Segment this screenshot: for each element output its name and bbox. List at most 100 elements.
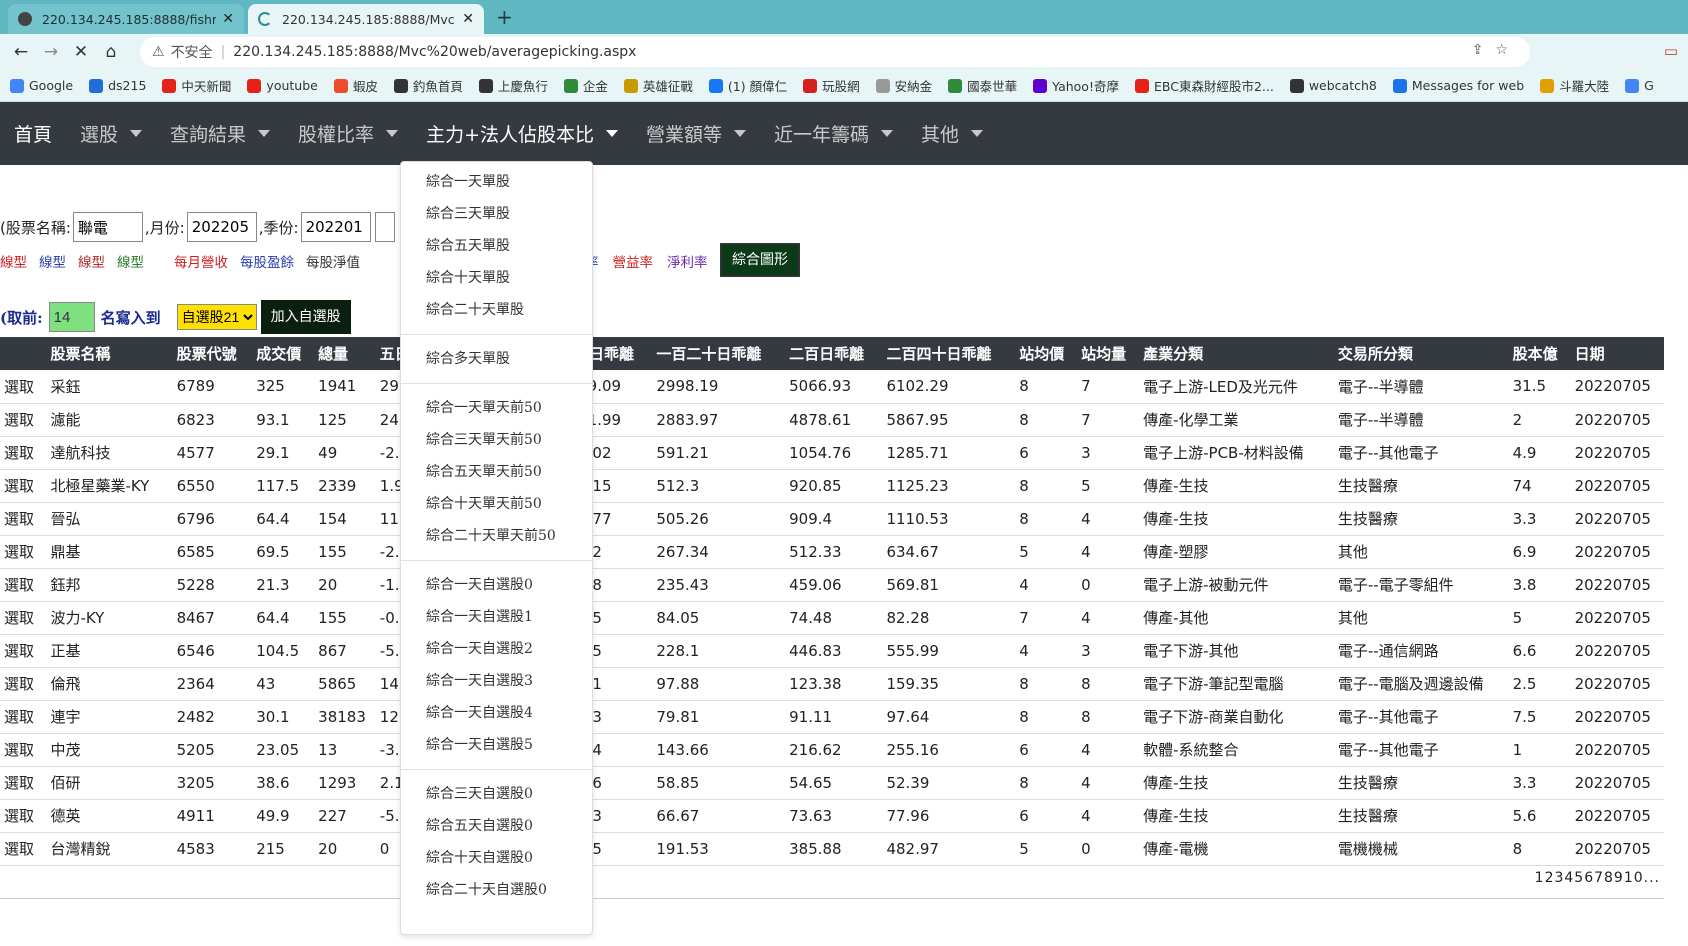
menu-item[interactable]: 主力+法人佔股本比 — [426, 120, 618, 147]
pager[interactable]: 12345678910... — [1535, 870, 1660, 886]
bookmark-item[interactable]: webcatch8 — [1289, 78, 1377, 93]
chart-link[interactable]: 每股盈餘 — [240, 251, 294, 271]
table-cell: 軟體-系統整合 — [1139, 733, 1334, 767]
bookmark-item[interactable]: Yahoo!奇摩 — [1033, 76, 1119, 95]
dropdown-item[interactable]: 綜合二十天自選股0 — [401, 874, 592, 906]
table-cell: 909.4 — [785, 502, 883, 536]
bookmark-item[interactable]: G — [1625, 78, 1654, 93]
chart-link[interactable]: 線型 — [117, 251, 144, 271]
rank-prefix-label: (取前: — [0, 308, 43, 327]
select-link[interactable]: 選取 — [0, 601, 47, 635]
combo-chart-button[interactable]: 綜合圖形 — [720, 243, 800, 277]
dropdown-item[interactable]: 綜合十天自選股0 — [401, 842, 592, 874]
dropdown-item[interactable]: 綜合一天自選股0 — [401, 569, 592, 601]
bookmark-item[interactable]: Google — [10, 78, 73, 93]
extension-icon[interactable]: ▭ — [1664, 42, 1678, 60]
dropdown-item[interactable]: 綜合五天單股 — [401, 230, 592, 262]
dropdown-item[interactable]: 綜合二十天單天前50 — [401, 520, 592, 552]
rank-count-input[interactable] — [48, 302, 95, 332]
stock-name-input[interactable] — [72, 212, 143, 242]
select-link[interactable]: 選取 — [0, 403, 47, 437]
chart-link[interactable]: 每月營收 — [174, 251, 228, 271]
select-link[interactable]: 選取 — [0, 568, 47, 602]
select-link[interactable]: 選取 — [0, 766, 47, 800]
dropdown-item[interactable]: 綜合十天單天前50 — [401, 488, 592, 520]
select-link[interactable]: 選取 — [0, 370, 47, 404]
warning-triangle-icon[interactable]: ⚠ — [152, 44, 165, 60]
chart-link[interactable]: 線型 — [0, 251, 27, 271]
bookmark-item[interactable]: 國泰世華 — [948, 76, 1017, 95]
select-link[interactable]: 選取 — [0, 832, 47, 866]
dropdown-item[interactable]: 綜合一天自選股2 — [401, 633, 592, 665]
bookmark-item[interactable]: Messages for web — [1392, 78, 1524, 93]
close-tab-icon[interactable]: ✕ — [222, 11, 234, 27]
forward-arrow-icon[interactable]: → — [36, 42, 66, 62]
dropdown-item[interactable]: 綜合三天單天前50 — [401, 424, 592, 456]
menu-item[interactable]: 查詢結果 — [170, 120, 271, 147]
bookmark-item[interactable]: youtube — [247, 78, 318, 93]
close-tab-icon[interactable]: ✕ — [462, 11, 474, 27]
security-label[interactable]: 不安全 — [171, 42, 213, 62]
select-link[interactable]: 選取 — [0, 535, 47, 569]
bookmark-item[interactable]: 上慶魚行 — [478, 76, 548, 95]
bookmark-item[interactable]: EBC東森財經股市2... — [1134, 76, 1274, 95]
chart-link[interactable]: 線型 — [39, 251, 66, 271]
menu-item[interactable]: 股權比率 — [298, 120, 399, 147]
dropdown-item[interactable]: 綜合五天單天前50 — [401, 456, 592, 488]
month-input[interactable] — [186, 212, 257, 242]
select-link[interactable]: 選取 — [0, 502, 47, 536]
stop-loading-icon[interactable]: ✕ — [66, 42, 96, 62]
new-tab-plus-icon[interactable]: + — [496, 5, 513, 29]
bookmark-item[interactable]: 英雄征戰 — [623, 76, 693, 95]
dropdown-item[interactable]: 綜合一天自選股5 — [401, 729, 592, 761]
address-bar[interactable]: ⚠ 不安全 | 220.134.245.185:8888/Mvc%20web/a… — [140, 37, 1530, 67]
season-input[interactable] — [300, 212, 371, 242]
add-to-watchlist-button[interactable]: 加入自選股 — [260, 300, 351, 334]
select-link[interactable]: 選取 — [0, 700, 47, 734]
menu-item[interactable]: 近一年籌碼 — [774, 120, 894, 147]
menu-item[interactable]: 選股 — [80, 120, 143, 147]
bookmark-item[interactable]: 蝦皮 — [333, 76, 378, 95]
select-link[interactable]: 選取 — [0, 733, 47, 767]
dropdown-item[interactable]: 綜合一天單天前50 — [401, 392, 592, 424]
bookmark-item[interactable]: ds215 — [89, 78, 146, 93]
menu-item[interactable]: 營業額等 — [646, 120, 746, 147]
bookmark-item[interactable]: (1) 顏偉仁 — [708, 76, 787, 95]
dropdown-item[interactable]: 綜合一天自選股1 — [401, 601, 592, 633]
back-arrow-icon[interactable]: ← — [6, 42, 36, 62]
dropdown-item[interactable]: 綜合一天自選股3 — [401, 665, 592, 697]
select-link[interactable]: 選取 — [0, 799, 47, 833]
bookmark-item[interactable]: 中天新聞 — [162, 76, 231, 95]
chart-link[interactable]: 每股淨值 — [306, 251, 360, 271]
dropdown-item[interactable]: 綜合多天單股 — [401, 343, 592, 375]
select-link[interactable]: 選取 — [0, 469, 47, 503]
share-star-icons[interactable]: ⇪☆ — [1472, 42, 1520, 58]
dropdown-item[interactable]: 綜合十天單股 — [401, 262, 592, 294]
chart-link[interactable]: 線型 — [78, 251, 105, 271]
bookmark-item[interactable]: 釣魚首頁 — [393, 76, 463, 95]
select-link[interactable]: 選取 — [0, 436, 47, 470]
bookmark-item[interactable]: 企金 — [563, 76, 608, 95]
dropdown-item[interactable]: 綜合二十天單股 — [401, 294, 592, 326]
bookmark-item[interactable]: 安納金 — [875, 76, 932, 95]
season-extra-input[interactable] — [374, 212, 395, 242]
dropdown-item[interactable]: 綜合一天自選股4 — [401, 697, 592, 729]
dropdown-item[interactable]: 綜合三天單股 — [401, 198, 592, 230]
bookmark-item[interactable]: 斗羅大陸 — [1540, 76, 1609, 95]
bookmark-item[interactable]: 玩股網 — [803, 76, 860, 95]
watchlist-select[interactable]: 自選股21 — [176, 304, 257, 330]
url-text[interactable]: 220.134.245.185:8888/Mvc%20web/averagepi… — [233, 44, 636, 60]
table-cell: 446.83 — [785, 634, 883, 668]
menu-item[interactable]: 其他 — [921, 120, 984, 147]
chart-link[interactable]: 淨利率 — [667, 251, 708, 271]
select-link[interactable]: 選取 — [0, 667, 47, 701]
chart-link[interactable]: 營益率 — [613, 251, 654, 271]
browser-tab[interactable]: 220.134.245.185:8888/fishnew ✕ — [8, 4, 244, 34]
home-icon[interactable]: ⌂ — [96, 42, 126, 62]
menu-item[interactable]: 首頁 — [14, 120, 52, 147]
dropdown-item[interactable]: 綜合三天自選股0 — [401, 778, 592, 810]
dropdown-item[interactable]: 綜合五天自選股0 — [401, 810, 592, 842]
select-link[interactable]: 選取 — [0, 634, 47, 668]
dropdown-item[interactable]: 綜合一天單股 — [401, 166, 592, 198]
browser-tab-active[interactable]: 220.134.245.185:8888/Mvc wel ✕ — [248, 4, 484, 34]
